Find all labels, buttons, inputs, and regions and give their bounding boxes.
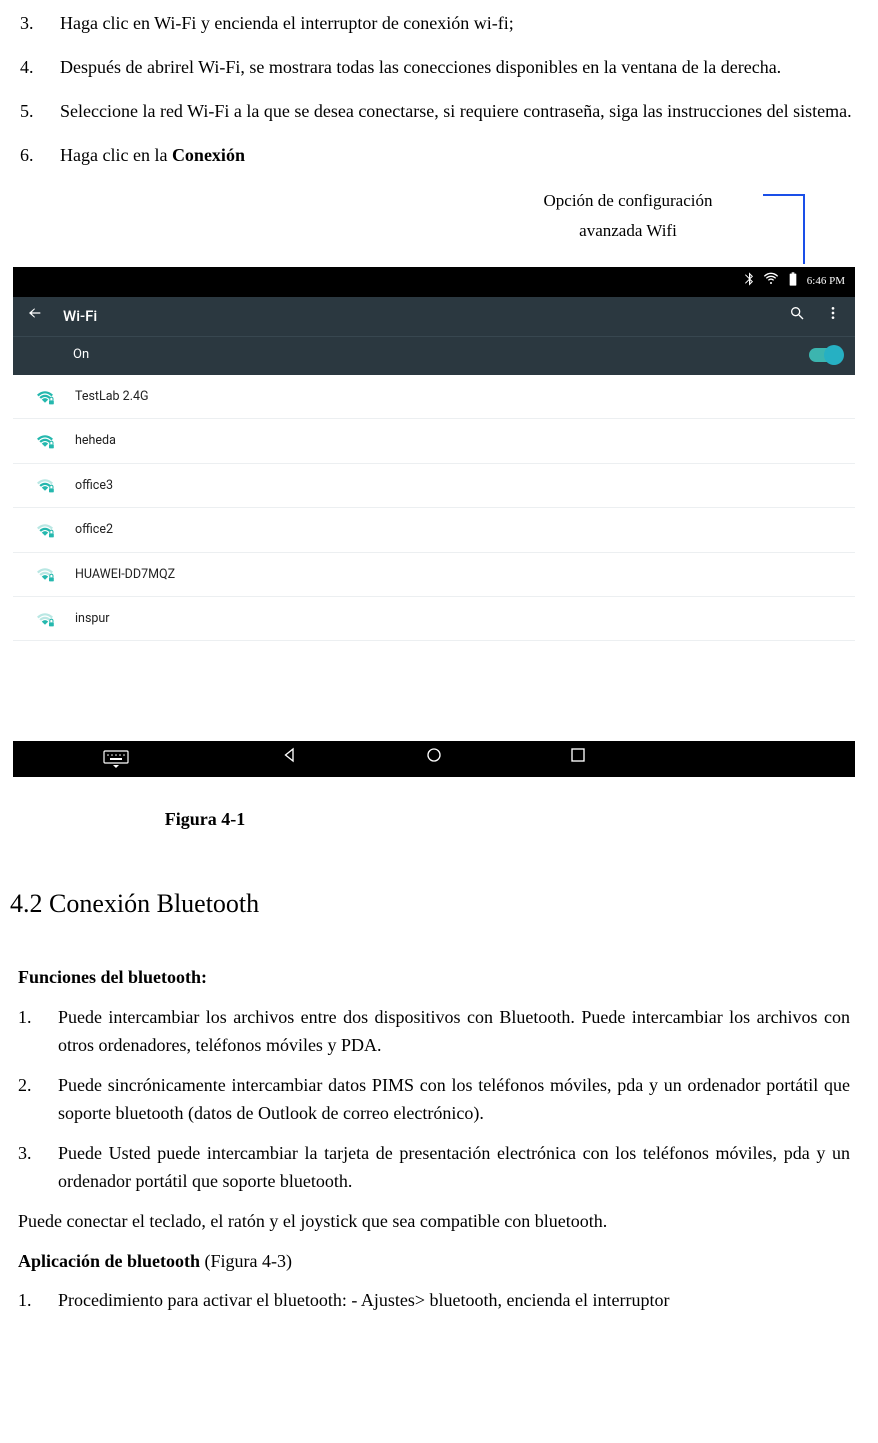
item-text: Puede sincrónicamente intercambiar datos… — [58, 1072, 858, 1128]
wifi-network-name: heheda — [75, 431, 116, 450]
item-text-pre: Haga clic en la — [60, 145, 172, 165]
wifi-toggle[interactable] — [809, 348, 841, 362]
callout-line — [803, 194, 805, 264]
wifi-network-row[interactable]: TestLab 2.4G — [13, 375, 855, 419]
wifi-signal-icon — [35, 567, 53, 581]
status-time: 6:46 PM — [807, 273, 845, 290]
wifi-network-name: office2 — [75, 520, 113, 539]
item-text: Puede intercambiar los archivos entre do… — [58, 1004, 858, 1060]
on-label: On — [73, 345, 89, 365]
battery-icon — [785, 271, 801, 293]
item-text: Después de abrirel Wi-Fi, se mostrara to… — [60, 54, 858, 82]
list-item: 6. Haga clic en la Conexión — [20, 142, 858, 170]
network-list: TestLab 2.4G heheda office3 office2 HUAW… — [13, 375, 855, 641]
wifi-status-icon — [763, 271, 779, 293]
item-number: 6. — [20, 142, 60, 170]
item-text: Puede Usted puede intercambiar la tarjet… — [58, 1140, 858, 1196]
wifi-network-name: HUAWEI-DD7MQZ — [75, 565, 175, 584]
keyboard-hide-icon[interactable] — [76, 750, 156, 768]
wifi-network-name: office3 — [75, 476, 113, 495]
item-number: 2. — [18, 1072, 58, 1128]
item-number: 1. — [18, 1004, 58, 1060]
nav-back-icon[interactable] — [281, 745, 299, 773]
bluetooth-app-steps: 1. Procedimiento para activar el bluetoo… — [8, 1287, 858, 1315]
wifi-screenshot: 6:46 PM Wi-Fi On TestLab 2.4G heh — [12, 266, 856, 779]
bluetooth-paragraph: Puede conectar el teclado, el ratón y el… — [18, 1208, 842, 1236]
instruction-list: 3. Haga clic en Wi-Fi y encienda el inte… — [8, 10, 858, 170]
item-text: Haga clic en la Conexión — [60, 142, 858, 170]
wifi-network-name: TestLab 2.4G — [75, 387, 149, 406]
list-item: 1. Procedimiento para activar el bluetoo… — [18, 1287, 858, 1315]
back-icon[interactable] — [27, 305, 43, 328]
wifi-network-row[interactable]: heheda — [13, 419, 855, 463]
empty-space — [13, 641, 855, 741]
wifi-network-name: inspur — [75, 609, 110, 628]
search-icon[interactable] — [789, 305, 805, 328]
item-text-bold: Conexión — [172, 145, 245, 165]
wifi-signal-icon — [35, 612, 53, 626]
wifi-network-row[interactable]: office3 — [13, 464, 855, 508]
app-bar: Wi-Fi — [13, 297, 855, 336]
wifi-signal-icon — [35, 390, 53, 404]
nav-recent-icon[interactable] — [569, 745, 587, 773]
status-bar: 6:46 PM — [13, 267, 855, 297]
bluetooth-app-heading: Aplicación de bluetooth (Figura 4-3) — [18, 1248, 842, 1276]
bt-app-head-rest: (Figura 4-3) — [200, 1251, 292, 1271]
bluetooth-functions-list: 1. Puede intercambiar los archivos entre… — [8, 1004, 858, 1195]
wifi-signal-icon — [35, 478, 53, 492]
bluetooth-functions-heading: Funciones del bluetooth: — [18, 964, 858, 992]
list-item: 2. Puede sincrónicamente intercambiar da… — [18, 1072, 858, 1128]
list-item: 1. Puede intercambiar los archivos entre… — [18, 1004, 858, 1060]
wifi-signal-icon — [35, 434, 53, 448]
callout-text: Opción de configuración avanzada Wifi — [518, 186, 738, 247]
figure-caption: Figura 4-1 — [8, 806, 858, 834]
item-text: Haga clic en Wi-Fi y encienda el interru… — [60, 10, 858, 38]
item-number: 3. — [20, 10, 60, 38]
overflow-menu-icon[interactable] — [825, 305, 841, 328]
wifi-network-row[interactable]: HUAWEI-DD7MQZ — [13, 553, 855, 597]
android-nav-bar — [13, 741, 855, 777]
bluetooth-icon — [741, 271, 757, 293]
list-item: 3. Puede Usted puede intercambiar la tar… — [18, 1140, 858, 1196]
item-number: 5. — [20, 98, 60, 126]
appbar-title: Wi-Fi — [63, 305, 97, 328]
wifi-on-row: On — [13, 336, 855, 375]
item-number: 3. — [18, 1140, 58, 1196]
list-item: 3. Haga clic en Wi-Fi y encienda el inte… — [20, 10, 858, 38]
wifi-signal-icon — [35, 523, 53, 537]
wifi-network-row[interactable]: office2 — [13, 508, 855, 552]
item-text: Seleccione la red Wi-Fi a la que se dese… — [60, 98, 858, 126]
section-heading: 4.2 Conexión Bluetooth — [8, 884, 858, 924]
callout-line — [763, 194, 803, 196]
wifi-network-row[interactable]: inspur — [13, 597, 855, 641]
item-number: 4. — [20, 54, 60, 82]
item-text: Procedimiento para activar el bluetooth:… — [58, 1287, 858, 1315]
nav-home-icon[interactable] — [425, 745, 443, 773]
bt-app-head-bold: Aplicación de bluetooth — [18, 1251, 200, 1271]
list-item: 5. Seleccione la red Wi-Fi a la que se d… — [20, 98, 858, 126]
list-item: 4. Después de abrirel Wi-Fi, se mostrara… — [20, 54, 858, 82]
item-number: 1. — [18, 1287, 58, 1315]
callout: Opción de configuración avanzada Wifi — [8, 186, 858, 266]
